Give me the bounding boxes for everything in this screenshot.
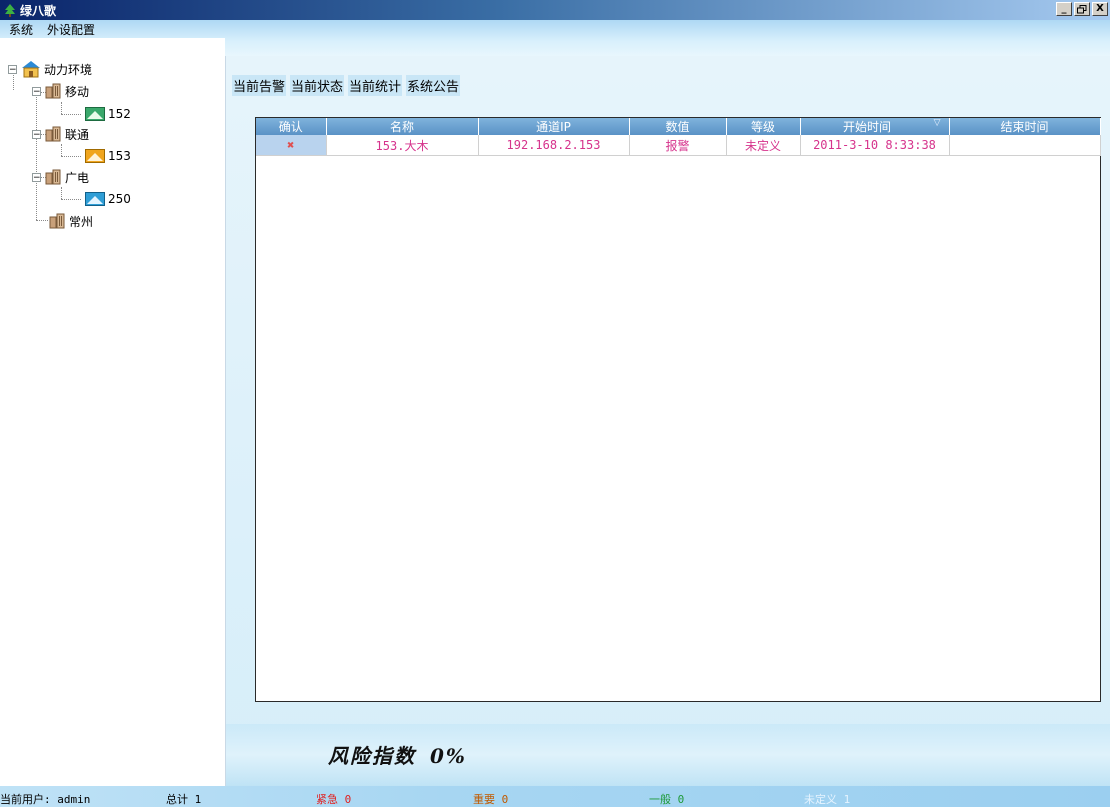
tree-node-unicom[interactable]: − 联通 bbox=[32, 125, 89, 143]
minimize-button[interactable]: _ bbox=[1056, 2, 1072, 16]
column-header-value[interactable]: 数值 bbox=[629, 118, 727, 135]
total-count: 总计 1 bbox=[166, 793, 202, 806]
tree-device-152[interactable]: 152 bbox=[82, 105, 131, 123]
column-header-level[interactable]: 等级 bbox=[726, 118, 801, 135]
cell-start-time: 2011-3-10 8:33:38 bbox=[800, 135, 950, 156]
main-panel: 当前告警 当前状态 当前统计 系统公告 确认 名称 通道IP 数值 等级 开始时… bbox=[226, 56, 1110, 786]
undefined-count: 未定义 1 bbox=[804, 793, 851, 806]
device-normal-icon bbox=[85, 192, 105, 206]
tree-group-label: 广电 bbox=[65, 170, 90, 185]
tree-root-label: 动力环境 bbox=[44, 62, 93, 77]
device-alarm-icon bbox=[85, 149, 105, 163]
risk-index: 风险指数 0% bbox=[328, 740, 467, 769]
urgent-count: 紧急 0 bbox=[316, 793, 352, 806]
house-icon bbox=[22, 61, 40, 78]
window-title: 绿八歌 bbox=[20, 3, 57, 18]
tab-current-statistics[interactable]: 当前统计 bbox=[348, 75, 403, 96]
tree-leaf-label: 常州 bbox=[69, 214, 94, 229]
alarm-table: 确认 名称 通道IP 数值 等级 开始时间 ▽ 结束时间 ✖ 153.大木 19… bbox=[255, 117, 1101, 702]
close-button[interactable]: X bbox=[1092, 2, 1108, 16]
restore-button[interactable] bbox=[1074, 2, 1090, 16]
tree-node-root[interactable]: − 动力环境 bbox=[8, 60, 92, 78]
collapse-icon[interactable]: − bbox=[8, 64, 17, 74]
tree-group-label: 移动 bbox=[65, 84, 90, 99]
building-icon bbox=[45, 169, 61, 185]
device-tree: − 动力环境 − 移动 152 − 联通 153 − 广电 250 常州 bbox=[0, 56, 226, 786]
tree-node-mobile[interactable]: − 移动 bbox=[32, 82, 89, 100]
tree-header-strip bbox=[0, 38, 225, 56]
building-icon bbox=[45, 126, 61, 142]
device-status-icon bbox=[85, 107, 105, 121]
building-icon bbox=[49, 213, 65, 229]
column-header-start-time-label: 开始时间 bbox=[843, 120, 892, 134]
menu-peripheral-config[interactable]: 外设配置 bbox=[47, 22, 95, 38]
tree-node-broadcast[interactable]: − 广电 bbox=[32, 168, 89, 186]
tree-device-label: 153 bbox=[108, 149, 131, 163]
menu-system[interactable]: 系统 bbox=[9, 22, 33, 38]
current-user: 当前用户: admin bbox=[0, 793, 91, 806]
tab-bar: 当前告警 当前状态 当前统计 系统公告 bbox=[232, 75, 461, 96]
building-icon bbox=[45, 83, 61, 99]
tab-current-status[interactable]: 当前状态 bbox=[290, 75, 345, 96]
risk-index-label: 风险指数 bbox=[328, 744, 416, 768]
tab-system-notice[interactable]: 系统公告 bbox=[406, 75, 461, 96]
column-header-start-time[interactable]: 开始时间 ▽ bbox=[800, 118, 950, 135]
tree-device-153[interactable]: 153 bbox=[82, 147, 131, 165]
cell-name: 153.大木 bbox=[326, 135, 479, 156]
collapse-icon[interactable]: − bbox=[32, 86, 41, 96]
table-row[interactable]: ✖ 153.大木 192.168.2.153 报警 未定义 2011-3-10 … bbox=[256, 135, 1101, 156]
tree-device-label: 152 bbox=[108, 107, 131, 121]
tab-current-alarms[interactable]: 当前告警 bbox=[232, 75, 287, 96]
status-bar: 当前用户: admin 总计 1 紧急 0 重要 0 一般 0 未定义 1 bbox=[0, 786, 1110, 807]
column-header-name[interactable]: 名称 bbox=[326, 118, 479, 135]
restore-icon bbox=[1077, 4, 1087, 13]
menu-bar: 系统 外设配置 bbox=[0, 20, 1110, 56]
risk-panel: 风险指数 0% bbox=[226, 724, 1110, 786]
cell-end-time bbox=[949, 135, 1101, 156]
collapse-icon[interactable]: − bbox=[32, 172, 41, 182]
risk-index-value: 0% bbox=[430, 744, 467, 768]
tree-app-icon bbox=[5, 4, 15, 17]
cell-level: 未定义 bbox=[726, 135, 801, 156]
column-header-end-time[interactable]: 结束时间 bbox=[949, 118, 1101, 135]
normal-count: 一般 0 bbox=[649, 793, 685, 806]
tree-node-changzhou[interactable]: 常州 bbox=[45, 212, 93, 230]
title-bar: 绿八歌 _ X bbox=[0, 0, 1110, 20]
cell-ip: 192.168.2.153 bbox=[478, 135, 630, 156]
cell-value: 报警 bbox=[629, 135, 727, 156]
collapse-icon[interactable]: − bbox=[32, 129, 41, 139]
column-header-confirm[interactable]: 确认 bbox=[256, 118, 327, 135]
column-header-ip[interactable]: 通道IP bbox=[478, 118, 630, 135]
tree-device-label: 250 bbox=[108, 192, 131, 206]
sort-desc-icon: ▽ bbox=[933, 118, 941, 128]
tree-device-250[interactable]: 250 bbox=[82, 190, 131, 208]
tree-group-label: 联通 bbox=[65, 127, 90, 142]
confirm-alarm-icon[interactable]: ✖ bbox=[256, 135, 327, 156]
important-count: 重要 0 bbox=[473, 793, 509, 806]
